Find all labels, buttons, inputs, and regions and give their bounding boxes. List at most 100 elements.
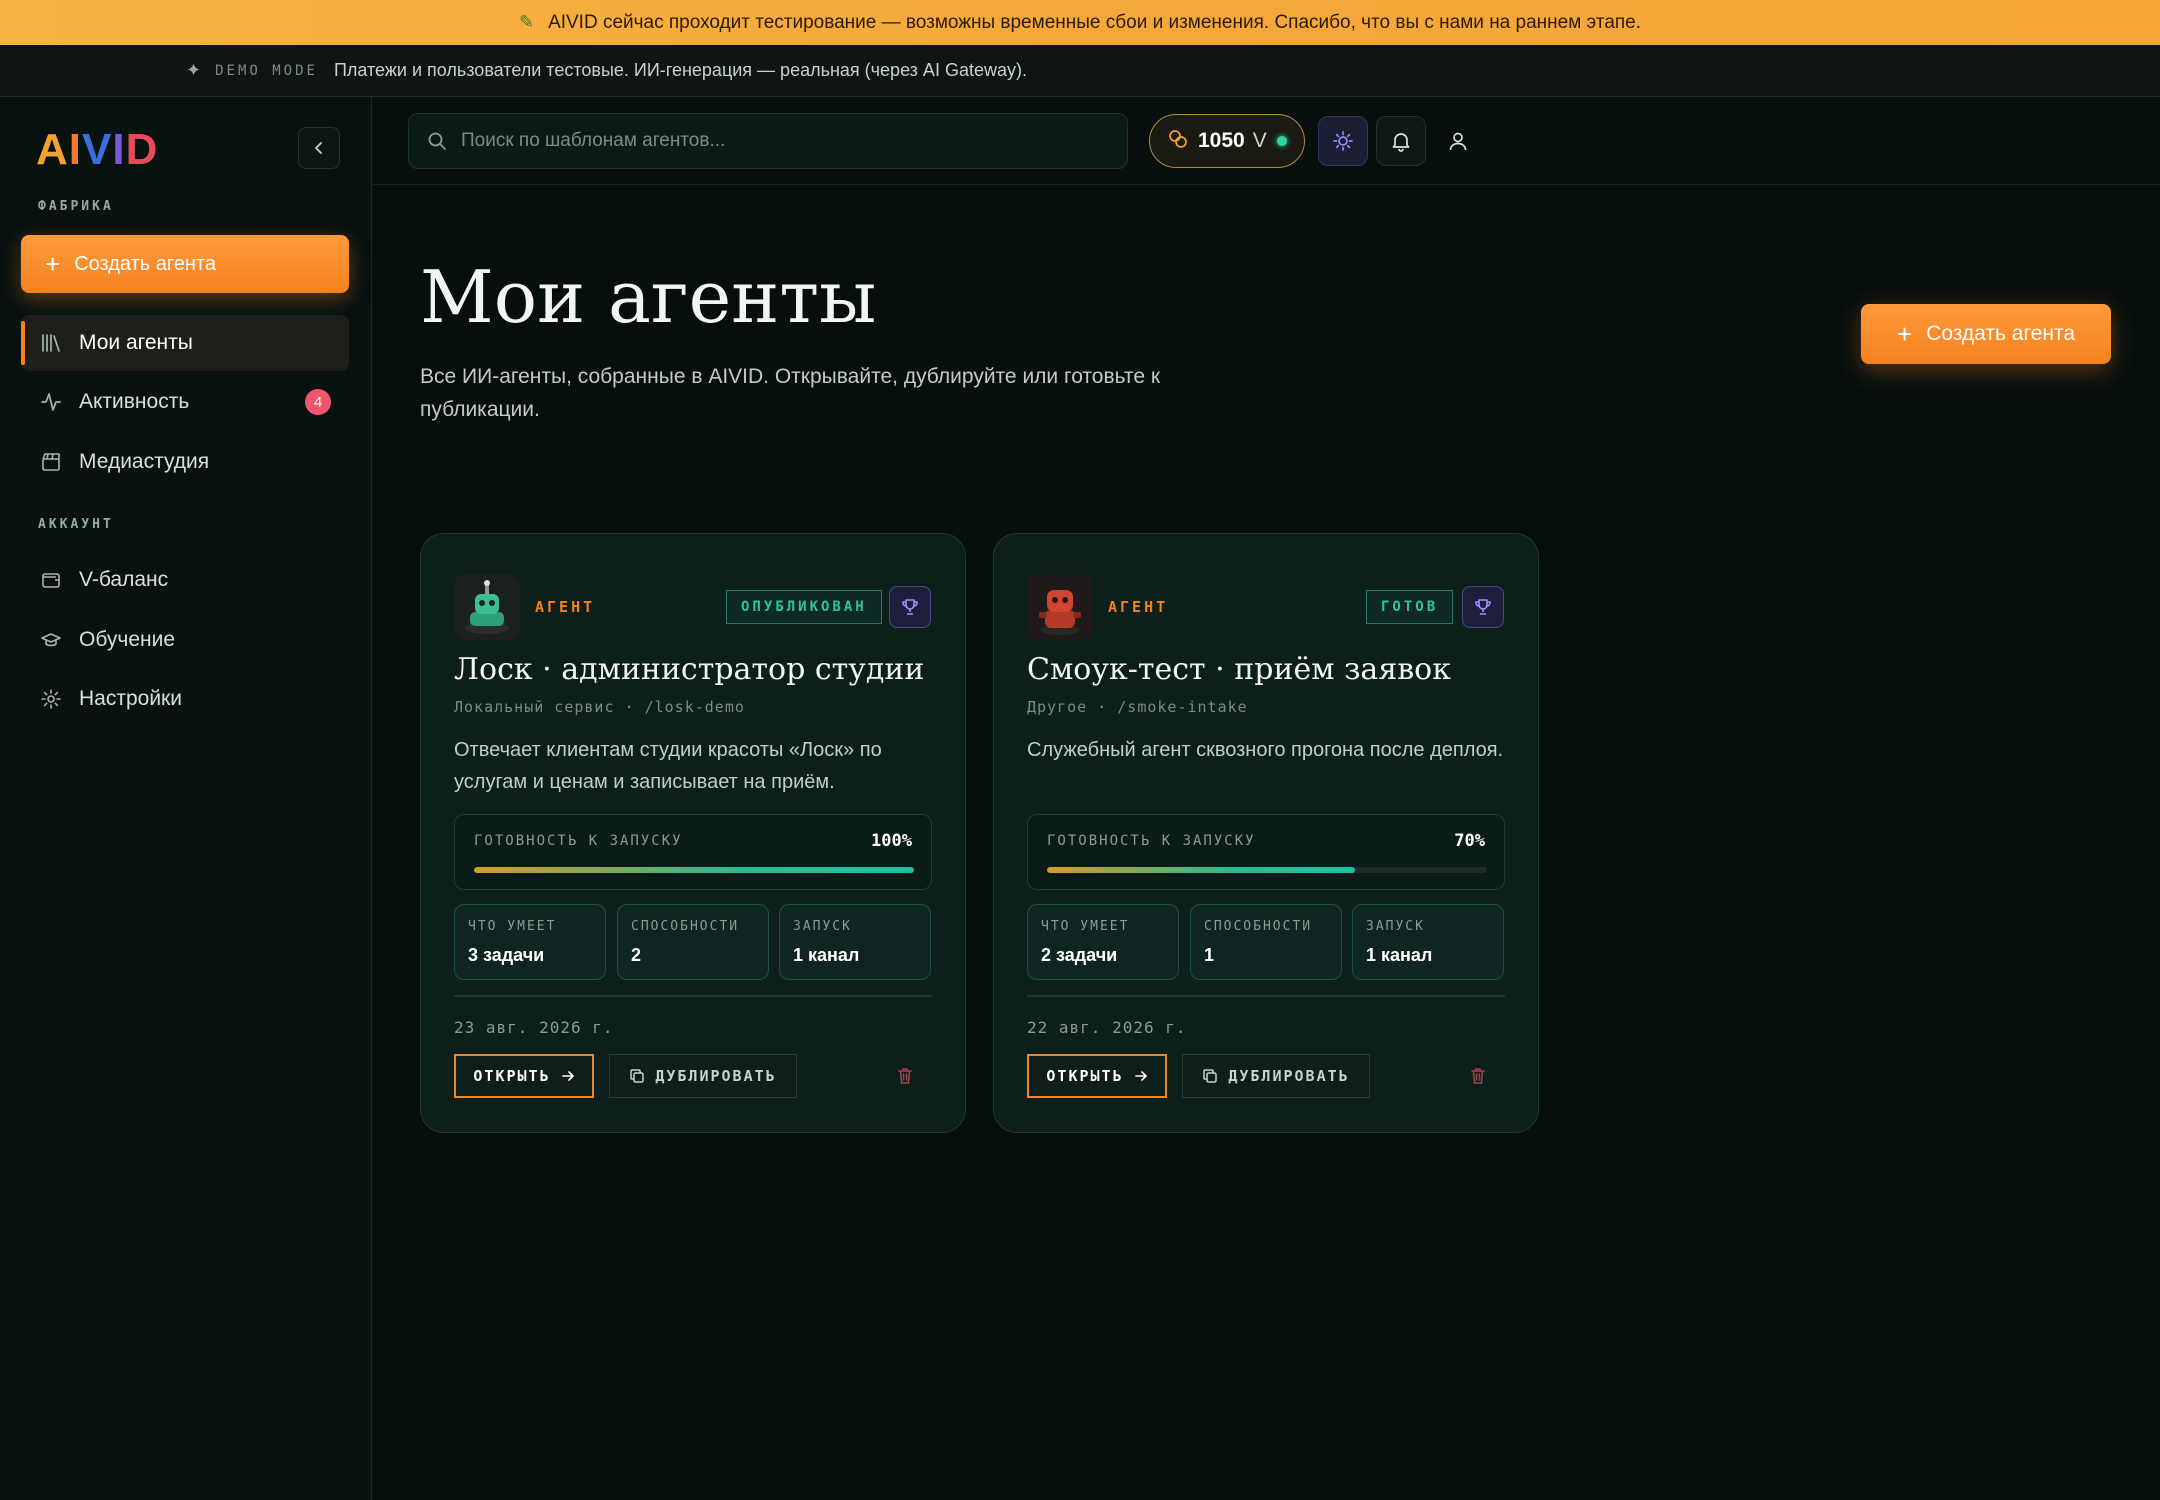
sidebar-item-label: Активность <box>79 390 190 413</box>
sidebar-item-label: Медиастудия <box>79 450 210 473</box>
stat-launch: ЗАПУСК 1 канал <box>1352 904 1504 980</box>
duplicate-agent-button[interactable]: ДУБЛИРОВАТЬ <box>1182 1054 1370 1098</box>
agent-avatar <box>1027 574 1093 640</box>
agent-slug: Другое · /smoke-intake <box>1027 698 1248 716</box>
coins-icon <box>1168 129 1188 154</box>
user-profile-button[interactable] <box>1433 116 1483 166</box>
sun-icon <box>1333 131 1353 151</box>
search-placeholder: Поиск по шаблонам агентов... <box>461 130 726 151</box>
agent-date: 23 авг. 2026 г. <box>454 1018 614 1037</box>
aivid-logo[interactable]: AIVID <box>36 125 158 174</box>
readiness-progress-bar <box>1047 867 1487 873</box>
stat-value: 1 <box>1204 945 1215 965</box>
sidebar-item-my-agents[interactable]: Мои агенты <box>21 315 349 371</box>
stat-label: СПОСОБНОСТИ <box>1204 919 1313 934</box>
v-balance-pill[interactable]: 1050 V <box>1149 114 1305 168</box>
duplicate-label: ДУБЛИРОВАТЬ <box>1228 1067 1350 1085</box>
agent-description: Служебный агент сквозного прогона после … <box>1027 739 1504 761</box>
stat-label: ЧТО УМЕЕТ <box>468 919 557 934</box>
page-subtitle: Все ИИ-агенты, собранные в AIVID. Открыв… <box>420 365 1161 421</box>
sidebar: AIVID ФАБРИКА + Создать агента Мои агент… <box>0 97 372 1500</box>
sidebar-item-label: V-баланс <box>79 568 169 591</box>
demo-mode-text: Платежи и пользователи тестовые. ИИ-гене… <box>333 60 1027 80</box>
top-header: Поиск по шаблонам агентов... 1050 V <box>372 97 2160 185</box>
sidebar-item-label: Обучение <box>79 628 176 651</box>
card-kind-label: АГЕНТ <box>1108 598 1169 616</box>
online-status-dot <box>1276 136 1287 146</box>
stat-tasks: ЧТО УМЕЕТ 2 задачи <box>1027 904 1179 980</box>
stat-value: 1 канал <box>793 945 860 965</box>
search-icon <box>428 132 446 150</box>
sidebar-item-learning[interactable]: Обучение <box>21 612 349 668</box>
duplicate-agent-button[interactable]: ДУБЛИРОВАТЬ <box>609 1054 797 1098</box>
balance-value: 1050 <box>1198 129 1245 152</box>
duplicate-label: ДУБЛИРОВАТЬ <box>655 1067 777 1085</box>
status-badge: ОПУБЛИКОВАН <box>726 590 882 624</box>
readiness-panel: ГОТОВНОСТЬ К ЗАПУСКУ 100% <box>454 814 932 890</box>
notifications-button[interactable] <box>1376 116 1426 166</box>
activity-count-badge: 4 <box>305 389 331 415</box>
agent-title: Лоск · администратор студии <box>454 652 925 687</box>
sidebar-create-agent-label: Создать агента <box>74 252 216 275</box>
agent-card[interactable]: АГЕНТ ОПУБЛИКОВАН Лоск · администратор с… <box>420 533 966 1133</box>
wallet-icon <box>39 568 63 592</box>
open-label: ОТКРЫТЬ <box>1046 1067 1124 1085</box>
agent-card[interactable]: АГЕНТ ГОТОВ Смоук-тест · приём заявок Др… <box>993 533 1539 1133</box>
stat-label: ЗАПУСК <box>793 919 852 934</box>
readiness-progress-fill <box>474 867 914 873</box>
clapperboard-icon <box>39 450 63 474</box>
open-label: ОТКРЫТЬ <box>473 1067 551 1085</box>
trophy-button[interactable] <box>1462 586 1504 628</box>
sidebar-item-label: Настройки <box>79 687 182 710</box>
delete-agent-button[interactable] <box>893 1064 917 1088</box>
demo-mode-tag: DEMO MODE <box>215 62 318 79</box>
card-divider <box>1027 995 1505 997</box>
stat-value: 2 <box>631 945 642 965</box>
open-agent-button[interactable]: ОТКРЫТЬ <box>1027 1054 1167 1098</box>
sidebar-item-media-studio[interactable]: Медиастудия <box>21 434 349 490</box>
test-banner: ✎ AIVID сейчас проходит тестирование — в… <box>0 0 2160 45</box>
section-label-account: АККАУНТ <box>38 517 114 532</box>
activity-icon <box>39 390 63 414</box>
page-title: Мои агенты <box>420 255 877 339</box>
sidebar-item-v-balance[interactable]: V-баланс <box>21 552 349 608</box>
agent-title: Смоук-тест · приём заявок <box>1027 652 1451 687</box>
readiness-value: 70% <box>1454 831 1485 851</box>
delete-agent-button[interactable] <box>1466 1064 1490 1088</box>
plus-icon: + <box>45 248 61 279</box>
card-divider <box>454 995 932 997</box>
status-badge: ГОТОВ <box>1366 590 1454 624</box>
agent-slug: Локальный сервис · /losk-demo <box>454 698 745 716</box>
copy-icon <box>630 1069 645 1083</box>
sidebar-item-label: Мои агенты <box>79 331 193 354</box>
stat-label: ЧТО УМЕЕТ <box>1041 919 1130 934</box>
copy-icon <box>1203 1069 1218 1083</box>
graduation-cap-icon <box>39 628 63 652</box>
demo-mode-bar: ✦ DEMO MODE Платежи и пользователи тесто… <box>0 45 2160 97</box>
trophy-icon <box>902 599 918 615</box>
trophy-icon <box>1475 599 1491 615</box>
trophy-button[interactable] <box>889 586 931 628</box>
theme-toggle-button[interactable] <box>1318 116 1368 166</box>
readiness-label: ГОТОВНОСТЬ К ЗАПУСКУ <box>474 833 683 849</box>
agent-description: Отвечает клиентам студии красоты «Лоск» … <box>454 739 882 793</box>
sidebar-item-activity[interactable]: Активность 4 <box>21 374 349 430</box>
readiness-progress-fill <box>1047 867 1355 873</box>
stat-tasks: ЧТО УМЕЕТ 3 задачи <box>454 904 606 980</box>
agent-date: 22 авг. 2026 г. <box>1027 1018 1187 1037</box>
gear-icon <box>39 687 63 711</box>
trash-icon <box>898 1068 912 1084</box>
collapse-sidebar-button[interactable] <box>298 127 340 169</box>
balance-unit: V <box>1252 129 1267 152</box>
search-input[interactable]: Поиск по шаблонам агентов... <box>408 113 1128 169</box>
stat-value: 1 канал <box>1366 945 1433 965</box>
readiness-progress-bar <box>474 867 914 873</box>
user-icon <box>1449 132 1467 151</box>
sidebar-create-agent-button[interactable]: + Создать агента <box>21 235 349 293</box>
stat-value: 2 задачи <box>1041 945 1118 965</box>
open-agent-button[interactable]: ОТКРЫТЬ <box>454 1054 594 1098</box>
sparkle-icon: ✦ <box>186 60 202 80</box>
stat-capabilities: СПОСОБНОСТИ 1 <box>1190 904 1342 980</box>
sidebar-item-settings[interactable]: Настройки <box>21 671 349 727</box>
create-agent-button[interactable]: + Создать агента <box>1861 304 2111 364</box>
